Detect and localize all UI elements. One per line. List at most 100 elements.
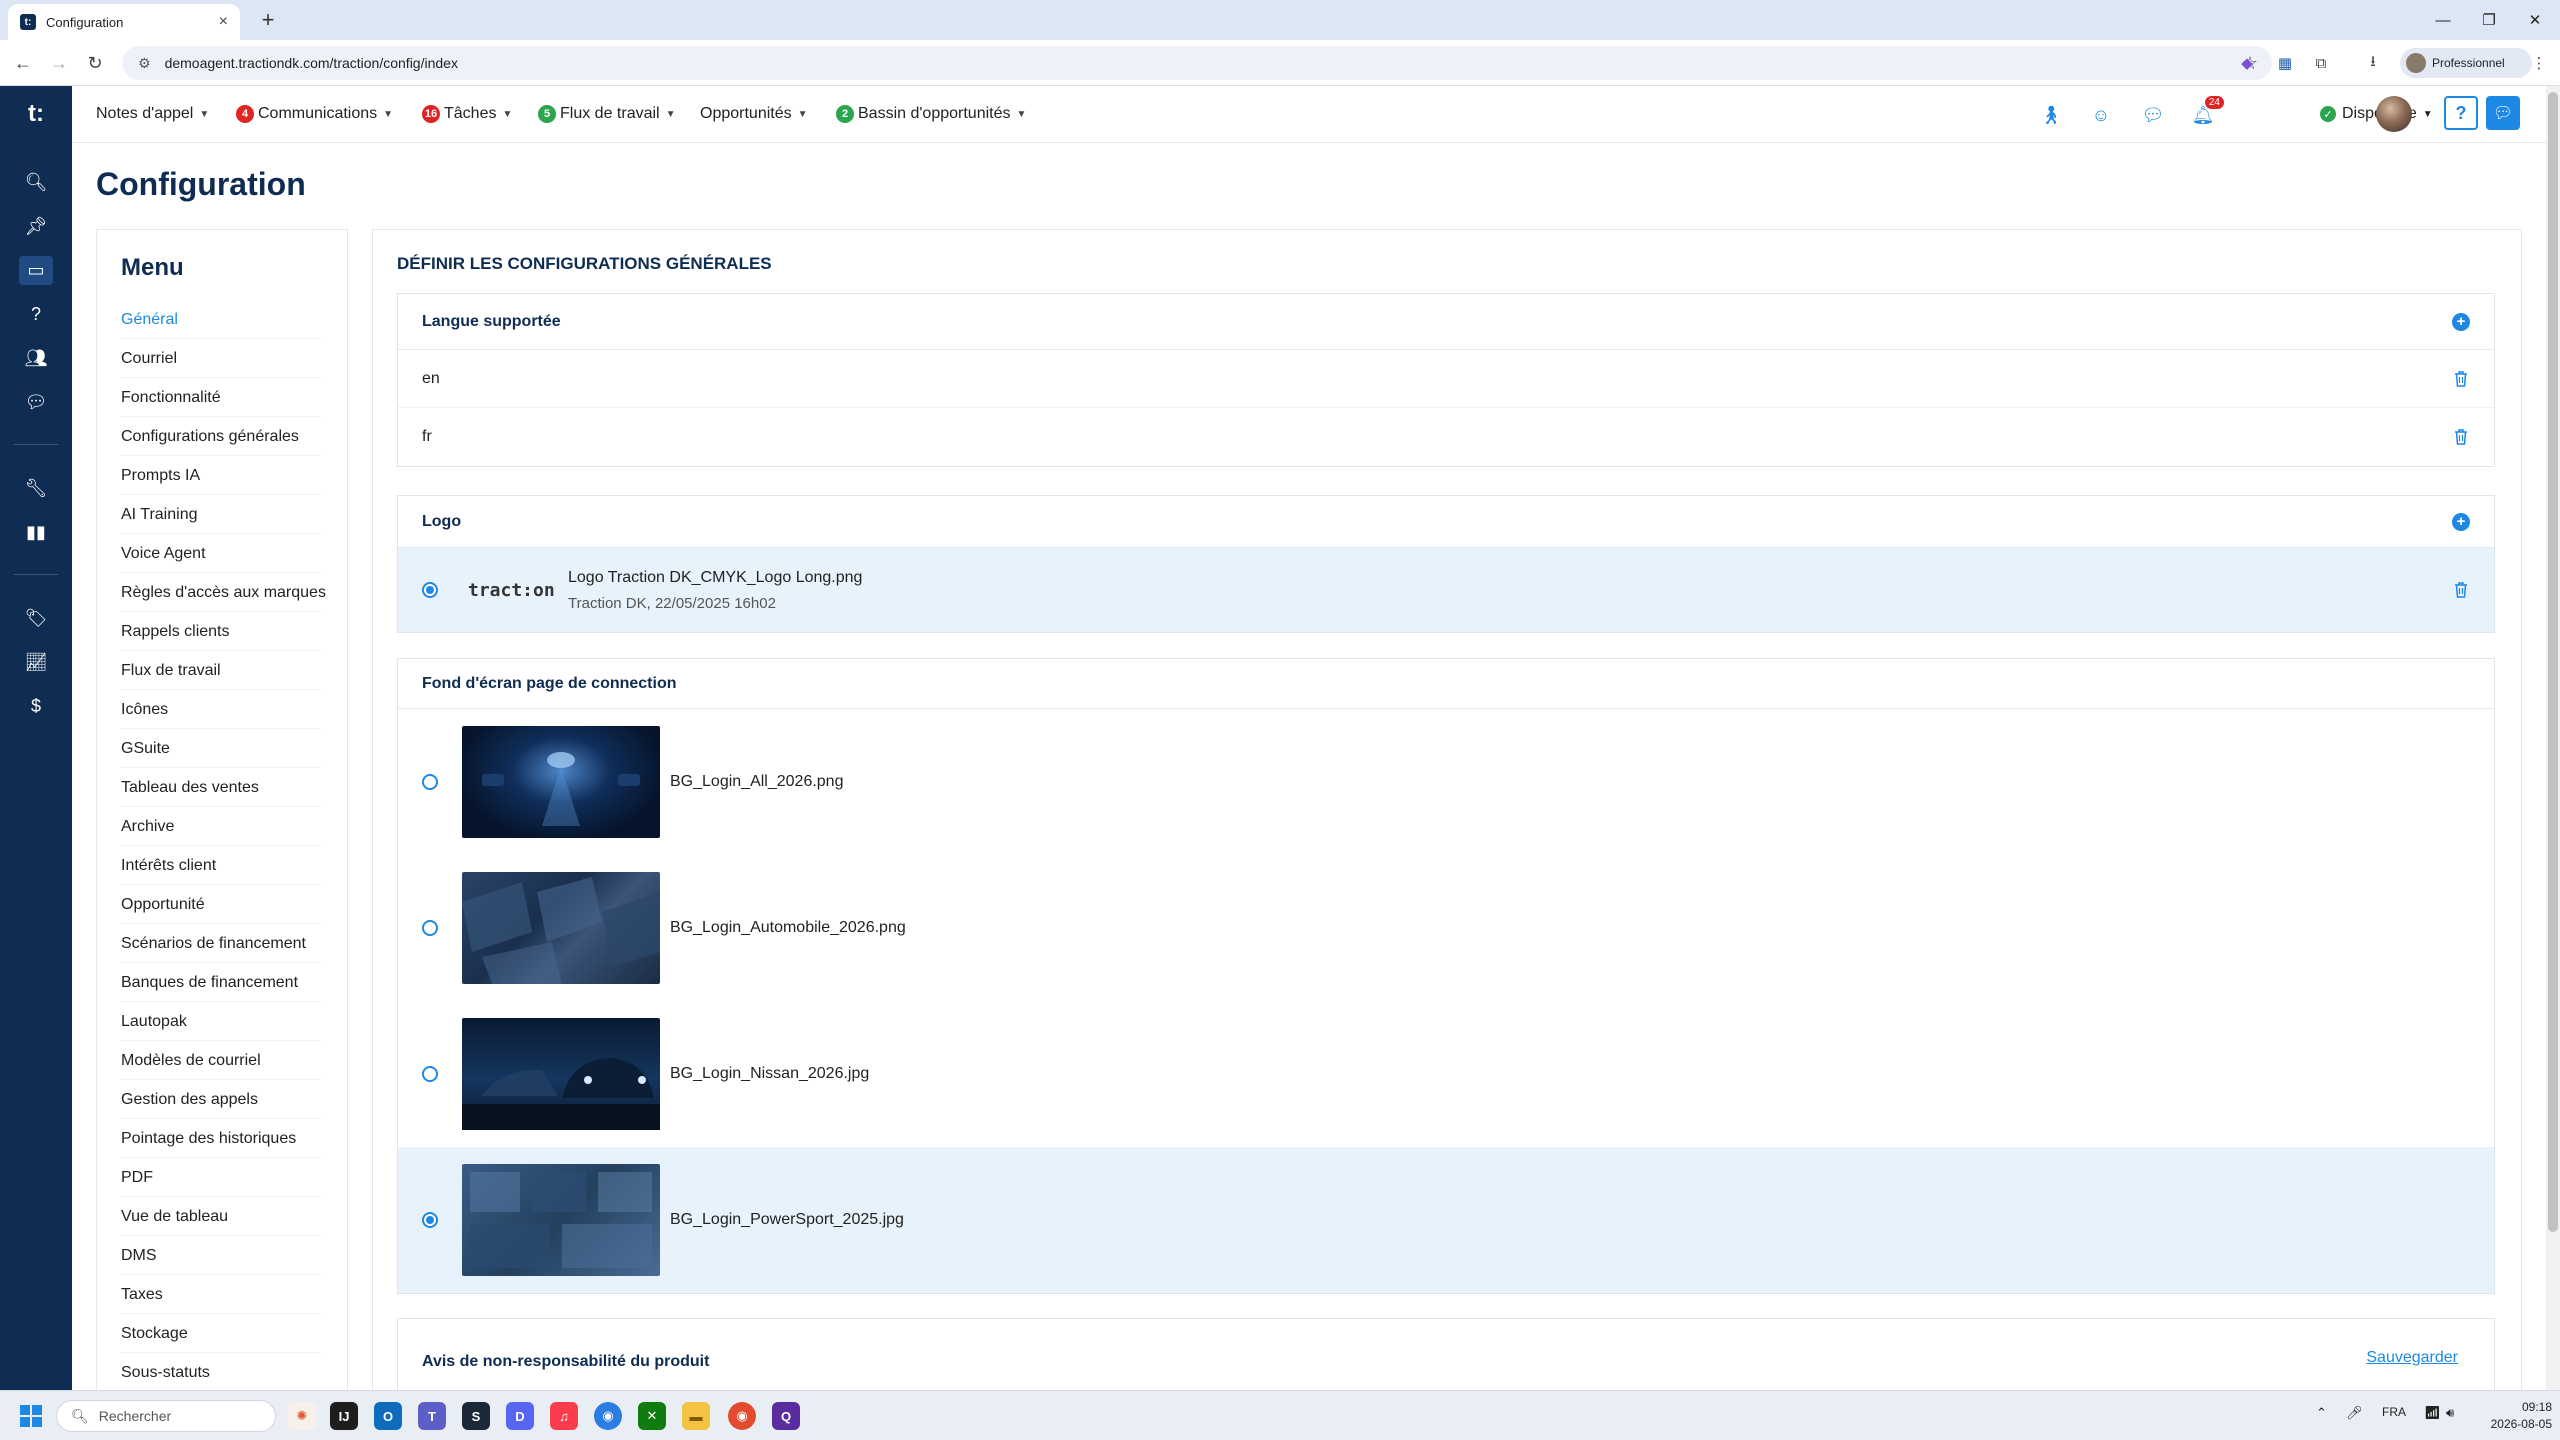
restore-window-button[interactable]: ❐ bbox=[2466, 0, 2512, 40]
menu-item[interactable]: Sous-statuts bbox=[121, 1353, 321, 1392]
volume-icon[interactable]: 🔊︎ bbox=[2446, 1405, 2454, 1421]
menu-item[interactable]: Taxes bbox=[121, 1275, 321, 1314]
menu-item[interactable]: Configurations générales bbox=[121, 417, 321, 456]
query-app-icon[interactable]: Q bbox=[772, 1402, 800, 1430]
help-icon[interactable]: ? bbox=[0, 294, 72, 334]
monitor-icon[interactable]: ▭ bbox=[0, 250, 72, 290]
add-logo-button[interactable]: + bbox=[2452, 513, 2470, 531]
xbox-app-icon[interactable]: ✕ bbox=[638, 1402, 666, 1430]
user-avatar[interactable] bbox=[2376, 96, 2412, 132]
menu-item[interactable]: Scénarios de financement bbox=[121, 924, 321, 963]
menu-item[interactable]: Icônes bbox=[121, 690, 321, 729]
chart-icon[interactable]: 📈︎ bbox=[0, 642, 72, 682]
taskbar-clock[interactable]: 09:18 2026-08-05 bbox=[2472, 1399, 2552, 1433]
nav-opportunities[interactable]: Opportunités ▼ bbox=[700, 102, 808, 126]
menu-item[interactable]: Archive bbox=[121, 807, 321, 846]
agent-icon[interactable]: ☺ bbox=[2088, 102, 2114, 128]
taskbar-search-field[interactable]: 🔍︎ Rechercher bbox=[56, 1400, 276, 1432]
logo-radio[interactable] bbox=[422, 582, 438, 598]
menu-item[interactable]: Tableau des ventes bbox=[121, 768, 321, 807]
wifi-icon[interactable]: 📶︎ bbox=[2424, 1405, 2441, 1421]
background-row[interactable]: BG_Login_All_2026.png bbox=[398, 709, 2494, 855]
outlook-app-icon[interactable]: O bbox=[374, 1402, 402, 1430]
menu-item[interactable]: Fonctionnalité bbox=[121, 378, 321, 417]
menu-item[interactable]: DMS bbox=[121, 1236, 321, 1275]
menu-item[interactable]: GSuite bbox=[121, 729, 321, 768]
menu-item[interactable]: Banques de financement bbox=[121, 963, 321, 1002]
map-icon[interactable]: ▮▮ bbox=[0, 512, 72, 552]
nav-communications[interactable]: 4 Communications ▼ bbox=[236, 102, 393, 126]
background-radio[interactable] bbox=[422, 774, 438, 790]
menu-item[interactable]: Général bbox=[121, 300, 321, 339]
tag-icon[interactable]: 🏷︎ bbox=[0, 598, 72, 638]
minimize-window-button[interactable]: — bbox=[2420, 0, 2466, 40]
chat-icon[interactable]: 💬︎ bbox=[0, 382, 72, 422]
discord-app-icon[interactable]: D bbox=[506, 1402, 534, 1430]
music-app-icon[interactable]: ♫ bbox=[550, 1402, 578, 1430]
ide-app-icon[interactable]: IJ bbox=[330, 1402, 358, 1430]
windows-start-icon[interactable] bbox=[20, 1405, 42, 1427]
close-window-button[interactable]: ✕ bbox=[2512, 0, 2558, 40]
nav-tasks[interactable]: 16 Tâches ▼ bbox=[422, 102, 512, 126]
background-row[interactable]: BG_Login_PowerSport_2025.jpg bbox=[398, 1147, 2494, 1293]
help-button[interactable]: ? bbox=[2444, 96, 2478, 130]
extension-ai-icon[interactable]: ◆ bbox=[2236, 52, 2258, 74]
downloads-icon[interactable]: ⭳ bbox=[2362, 52, 2384, 74]
new-tab-button[interactable]: + bbox=[254, 6, 282, 34]
users-icon[interactable]: 👥︎ bbox=[0, 338, 72, 378]
chrome-active-app-icon[interactable]: ◉ bbox=[728, 1402, 756, 1430]
logo-row[interactable]: tract:on Logo Traction DK_CMYK_Logo Long… bbox=[398, 548, 2494, 632]
microphone-icon[interactable]: 🎤︎ bbox=[2346, 1405, 2363, 1421]
nav-opportunity-pool[interactable]: 2 Bassin d'opportunités ▼ bbox=[836, 102, 1026, 126]
menu-item[interactable]: Règles d'accès aux marques bbox=[121, 573, 326, 612]
trash-icon[interactable] bbox=[2452, 427, 2470, 447]
menu-item[interactable]: Intérêts client bbox=[121, 846, 321, 885]
menu-item[interactable]: Vue de tableau bbox=[121, 1197, 321, 1236]
browser-tab[interactable]: t: Configuration × bbox=[8, 4, 240, 40]
app-logo[interactable]: t: bbox=[0, 86, 72, 142]
menu-item[interactable]: Pointage des historiques bbox=[121, 1119, 321, 1158]
wrench-icon[interactable]: 🔧︎ bbox=[0, 468, 72, 508]
url-field[interactable]: ⚙ demoagent.tractiondk.com/traction/conf… bbox=[122, 46, 2272, 80]
browser-menu-icon[interactable]: ⋮ bbox=[2528, 52, 2550, 74]
background-radio[interactable] bbox=[422, 1212, 438, 1228]
menu-item[interactable]: Modèles de courriel bbox=[121, 1041, 321, 1080]
menu-item[interactable]: Prompts IA bbox=[121, 456, 321, 495]
live-chat-button[interactable]: 💬︎ bbox=[2486, 96, 2520, 130]
add-language-button[interactable]: + bbox=[2452, 313, 2470, 331]
site-settings-icon[interactable]: ⚙ bbox=[138, 55, 151, 72]
chrome-app-icon[interactable]: ◉ bbox=[594, 1402, 622, 1430]
nav-workflow[interactable]: 5 Flux de travail ▼ bbox=[538, 102, 676, 126]
profile-button[interactable]: Professionnel bbox=[2400, 48, 2532, 78]
menu-item[interactable]: Lautopak bbox=[121, 1002, 321, 1041]
page-scrollbar-thumb[interactable] bbox=[2548, 92, 2558, 1232]
trash-icon[interactable] bbox=[2452, 369, 2470, 389]
background-radio[interactable] bbox=[422, 920, 438, 936]
menu-item[interactable]: Gestion des appels bbox=[121, 1080, 321, 1119]
forward-button[interactable]: → bbox=[44, 48, 74, 78]
background-row[interactable]: BG_Login_Nissan_2026.jpg bbox=[398, 1001, 2494, 1147]
messages-icon[interactable]: 💬︎ bbox=[2140, 102, 2166, 128]
menu-item[interactable]: Stockage bbox=[121, 1314, 321, 1353]
menu-item[interactable]: Rappels clients bbox=[121, 612, 321, 651]
save-link[interactable]: Sauvegarder bbox=[2366, 1349, 2458, 1367]
pin-icon[interactable]: 📌︎ bbox=[0, 206, 72, 246]
teams-app-icon[interactable]: T bbox=[418, 1402, 446, 1430]
search-icon[interactable]: 🔍︎ bbox=[0, 162, 72, 202]
menu-item[interactable]: PDF bbox=[121, 1158, 321, 1197]
file-explorer-icon[interactable]: ▬ bbox=[682, 1402, 710, 1430]
extensions-puzzle-icon[interactable]: ⧉ bbox=[2310, 52, 2332, 74]
input-language[interactable]: FRA bbox=[2382, 1405, 2406, 1419]
back-button[interactable]: ← bbox=[8, 48, 38, 78]
nav-call-notes[interactable]: Notes d'appel ▼ bbox=[96, 102, 209, 126]
notifications-bell-icon[interactable]: 🔔︎ 24 bbox=[2190, 96, 2224, 128]
menu-item[interactable]: AI Training bbox=[121, 495, 321, 534]
steam-app-icon[interactable]: S bbox=[462, 1402, 490, 1430]
menu-item[interactable]: Courriel bbox=[121, 339, 321, 378]
trash-icon[interactable] bbox=[2452, 580, 2470, 600]
close-tab-icon[interactable]: × bbox=[219, 13, 228, 31]
menu-item[interactable]: Flux de travail bbox=[121, 651, 321, 690]
walk-in-icon[interactable]: 🚶︎ bbox=[2038, 102, 2064, 128]
dollar-icon[interactable]: $ bbox=[0, 686, 72, 726]
background-row[interactable]: BG_Login_Automobile_2026.png bbox=[398, 855, 2494, 1001]
